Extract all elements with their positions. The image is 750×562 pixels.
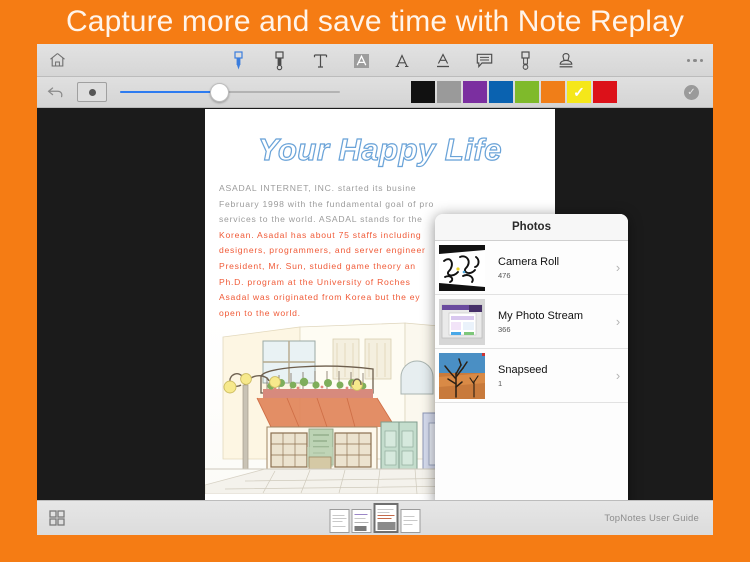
canvas-area[interactable]: Your Happy Life ASADAL INTERNET, INC. st… xyxy=(37,109,713,500)
slider-knob[interactable] xyxy=(209,82,229,102)
page-thumb-1[interactable] xyxy=(329,509,350,533)
page-thumbnail-strip xyxy=(329,503,421,533)
screenshot-thumbnail xyxy=(439,298,485,345)
photos-popover-header: Photos xyxy=(435,214,628,241)
stamp-tool[interactable] xyxy=(555,49,577,73)
text-tool[interactable] xyxy=(309,49,331,73)
note-line: February 1998 with the fundamental goal … xyxy=(219,198,435,209)
text-T-icon xyxy=(313,53,327,68)
page-thumb-2[interactable] xyxy=(351,509,372,533)
eraser-tool[interactable] xyxy=(514,49,536,73)
page-thumb-4[interactable] xyxy=(400,509,421,533)
slider-fill xyxy=(120,91,219,93)
album-count: 476 xyxy=(498,270,511,280)
top-toolbar xyxy=(37,44,713,77)
undo-button[interactable] xyxy=(37,77,73,108)
pen-tool[interactable] xyxy=(227,49,249,73)
album-name: Camera Roll xyxy=(498,255,560,268)
album-name: My Photo Stream xyxy=(498,309,583,322)
grid-icon xyxy=(49,510,65,526)
color-palette: ✓ xyxy=(411,81,617,103)
promo-banner: Capture more and save time with Note Rep… xyxy=(0,0,750,44)
album-name: Snapseed xyxy=(498,363,548,376)
album-row-my-photo-stream[interactable]: My Photo Stream 366 › xyxy=(435,295,628,349)
drawing-tool-group xyxy=(227,44,577,77)
color-swatch-gray[interactable] xyxy=(437,81,461,103)
more-options-button[interactable] xyxy=(686,44,703,77)
color-swatch-orange[interactable] xyxy=(541,81,565,103)
sketch-thumbnail xyxy=(439,244,485,291)
font-A-icon xyxy=(395,53,409,67)
chevron-right-icon: › xyxy=(615,368,621,383)
text-highlight-icon xyxy=(353,53,369,68)
app-window: ✓ ✓ Your Happy Life ASADAL INTERNET, INC… xyxy=(37,44,713,535)
promo-headline: Capture more and save time with Note Rep… xyxy=(66,5,684,38)
album-row-camera-roll[interactable]: Camera Roll 476 › xyxy=(435,241,628,295)
note-title: Your Happy Life xyxy=(257,131,503,167)
more-dots-icon xyxy=(686,58,703,63)
album-count: 366 xyxy=(498,324,511,334)
highlight-tool[interactable] xyxy=(350,49,372,73)
comment-tool[interactable] xyxy=(473,49,495,73)
color-swatch-yellow[interactable]: ✓ xyxy=(567,81,591,103)
photos-popover[interactable]: Photos Camera Roll 476 › My Photo Stream… xyxy=(435,214,628,500)
chevron-right-icon: › xyxy=(615,314,621,329)
stamp-icon xyxy=(559,53,573,68)
album-count: 1 xyxy=(498,378,503,388)
underline-A-icon xyxy=(437,53,449,68)
chevron-right-icon: › xyxy=(615,260,621,275)
home-button[interactable] xyxy=(37,44,77,77)
color-swatch-purple[interactable] xyxy=(463,81,487,103)
thickness-slider[interactable] xyxy=(120,77,340,108)
album-meta: My Photo Stream 366 xyxy=(485,309,608,335)
confirm-button[interactable]: ✓ xyxy=(684,77,699,108)
album-meta: Snapseed 1 xyxy=(485,363,608,389)
album-meta: Camera Roll 476 xyxy=(485,255,608,281)
home-icon xyxy=(49,53,65,67)
page-thumb-3[interactable] xyxy=(373,503,399,533)
brush-shape-button[interactable] xyxy=(77,82,107,102)
eraser-icon xyxy=(520,50,530,70)
second-toolbar: ✓ ✓ xyxy=(37,77,713,108)
color-swatch-black[interactable] xyxy=(411,81,435,103)
brush-dot-icon xyxy=(88,88,96,96)
album-row-snapseed[interactable]: Snapseed 1 › xyxy=(435,349,628,403)
photos-popover-title: Photos xyxy=(512,221,551,233)
pen-icon xyxy=(233,50,243,69)
color-swatch-green[interactable] xyxy=(515,81,539,103)
font-tool[interactable] xyxy=(391,49,413,73)
confirm-check-icon: ✓ xyxy=(684,85,699,100)
page-grid-button[interactable] xyxy=(37,501,77,536)
speech-bubble-icon xyxy=(476,53,492,68)
document-name: TopNotes User Guide xyxy=(604,512,699,524)
selected-check-icon: ✓ xyxy=(573,84,585,100)
note-line: ASADAL INTERNET, INC. started its busine xyxy=(219,183,417,193)
color-swatch-red[interactable] xyxy=(593,81,617,103)
marker-tool[interactable] xyxy=(268,49,290,73)
undo-arrow-icon xyxy=(47,86,62,97)
desert-thumbnail xyxy=(439,352,485,399)
underline-tool[interactable] xyxy=(432,49,454,73)
bottom-toolbar: TopNotes User Guide xyxy=(37,500,713,535)
color-swatch-blue[interactable] xyxy=(489,81,513,103)
marker-icon xyxy=(274,50,284,70)
